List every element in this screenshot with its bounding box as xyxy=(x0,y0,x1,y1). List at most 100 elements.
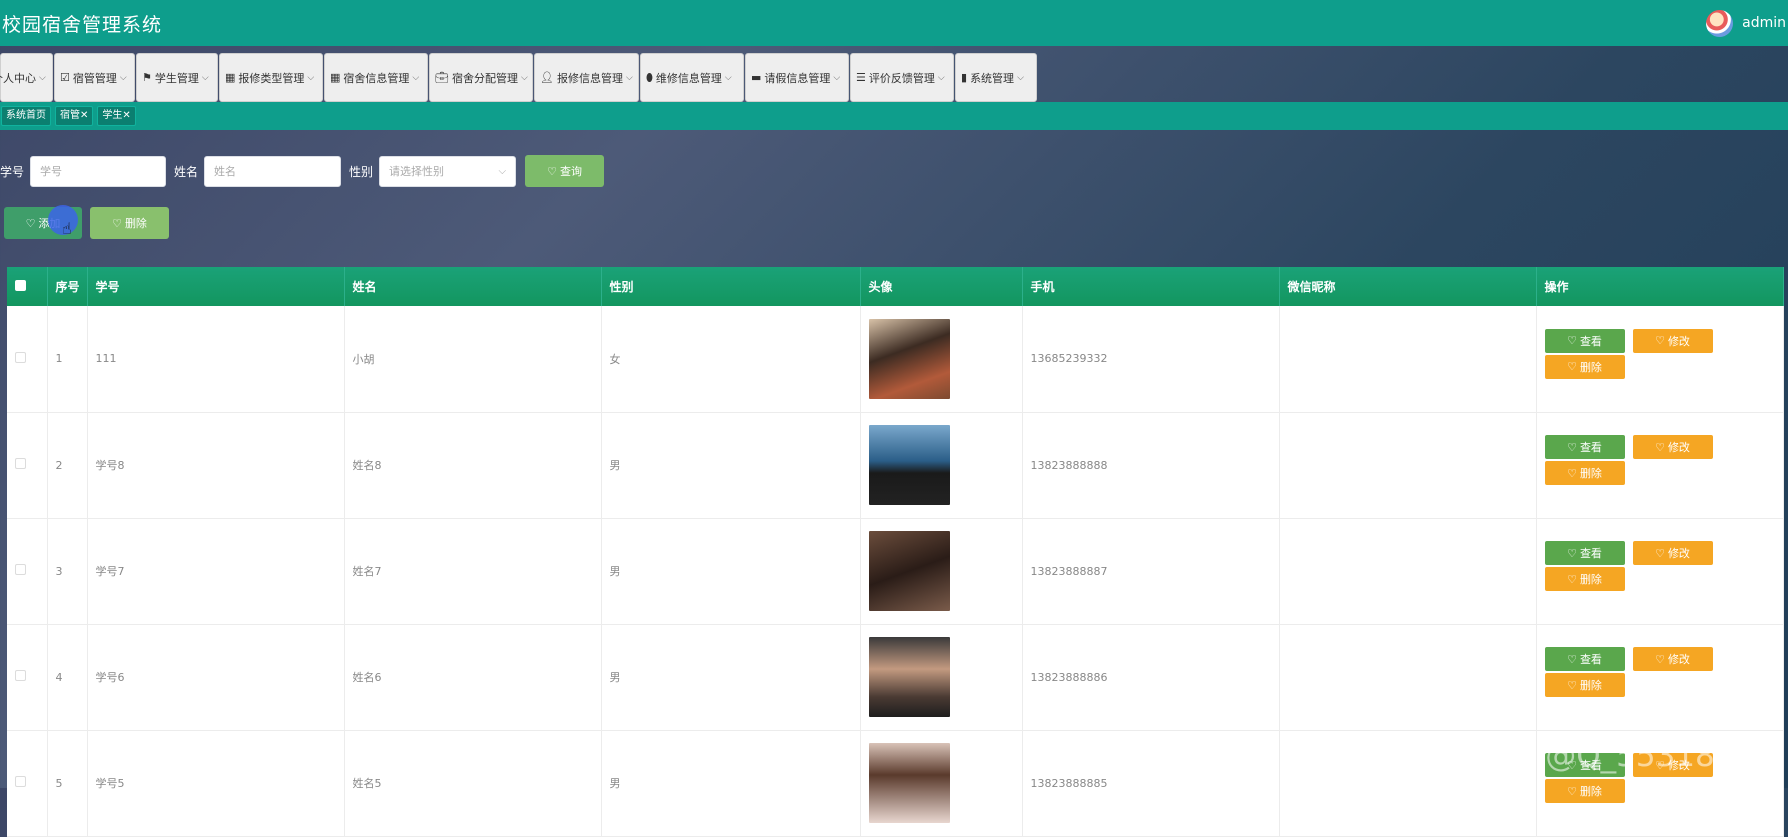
heart-icon: ♡ xyxy=(1567,572,1577,586)
nav-item-dorm-assign[interactable]: 💼︎ 宿舍分配管理 ⌵ xyxy=(429,53,533,102)
table-row: 1 111 小胡 女 13685239332 ♡ 查看 ♡ 修改 ♡ 删除 xyxy=(7,306,1784,413)
column-header: 序号 xyxy=(47,267,88,306)
nav-item-repair-info[interactable]: 👤︎ 报修信息管理 ⌵ xyxy=(534,53,639,102)
heart-icon: ♡ xyxy=(1655,334,1665,348)
name-input[interactable]: 姓名 xyxy=(204,155,342,187)
avatar-photo[interactable] xyxy=(868,531,950,611)
delete-button[interactable]: ♡ 删除 xyxy=(1544,779,1625,803)
edit-label: 修改 xyxy=(1667,334,1690,348)
heart-icon: ♡ xyxy=(1567,466,1577,480)
view-label: 查看 xyxy=(1579,547,1602,560)
checkbox-cell xyxy=(7,624,48,731)
heart-icon: ♡ xyxy=(1567,546,1577,560)
index-cell: 5 xyxy=(47,730,88,837)
action-bar: ♡ 添加 ♡ 删除 xyxy=(4,207,169,239)
column-header: 微信昵称 xyxy=(1279,267,1537,306)
row-checkbox[interactable] xyxy=(15,458,26,469)
delete-button[interactable]: ♡ 删除 xyxy=(1544,461,1625,485)
column-header: 姓名 xyxy=(344,267,602,306)
student-id-cell: 学号7 xyxy=(87,518,345,625)
index-cell: 4 xyxy=(47,624,88,731)
index-cell: 3 xyxy=(47,518,88,625)
gender-cell: 男 xyxy=(601,518,861,625)
row-checkbox[interactable] xyxy=(15,670,26,681)
user-icon: 👤︎ xyxy=(540,71,554,84)
student-id-input[interactable]: 学号 xyxy=(30,155,167,187)
app-title: 校园宿舍管理系统 xyxy=(2,13,163,36)
select-all-cell xyxy=(7,267,48,306)
comment-icon: ▬ xyxy=(751,71,762,84)
avatar-photo[interactable] xyxy=(868,425,950,505)
view-button[interactable]: ♡ 查看 xyxy=(1544,435,1625,459)
heart-icon: ♡ xyxy=(1655,440,1665,454)
select-all-checkbox[interactable] xyxy=(15,279,26,291)
tab-home[interactable]: 系统首页 xyxy=(1,106,51,126)
row-checkbox[interactable] xyxy=(15,776,26,787)
table-header-row: 序号 学号 姓名 性别 头像 手机 微信昵称 操作 xyxy=(7,267,1784,306)
nav-label: 维修信息管理 xyxy=(655,71,722,85)
nav-item-maintenance-info[interactable]: ⬮ 维修信息管理 ⌵ xyxy=(640,53,744,102)
avatar-cell xyxy=(860,306,1023,413)
gender-cell: 女 xyxy=(601,306,861,413)
edit-button[interactable]: ♡ 修改 xyxy=(1632,541,1713,565)
nav-item-system[interactable]: ▮ 系统管理 ⌵ xyxy=(955,53,1037,102)
heart-icon: ♡ xyxy=(1655,652,1665,666)
chevron-down-icon: ⌵ xyxy=(520,72,528,83)
view-label: 查看 xyxy=(1579,653,1602,666)
row-checkbox[interactable] xyxy=(15,564,26,575)
edit-button[interactable]: ♡ 修改 xyxy=(1632,328,1713,353)
heart-icon: ♡ xyxy=(1655,546,1665,560)
gender-cell: 男 xyxy=(601,730,861,837)
student-id-label: 学号 xyxy=(0,164,25,179)
checkbox-cell xyxy=(7,412,48,519)
nav-item-feedback[interactable]: ☰ 评价反馈管理 ⌵ xyxy=(850,53,954,102)
gender-select-placeholder: 请选择性别 xyxy=(389,164,445,178)
view-button[interactable]: ♡ 查看 xyxy=(1544,328,1625,353)
gender-select[interactable]: 请选择性别 ⌵ xyxy=(379,155,517,187)
delete-button[interactable]: ♡ 删除 xyxy=(1544,673,1625,697)
heart-icon: ♡ xyxy=(1567,652,1577,666)
nav-label: 学生管理 xyxy=(154,71,199,85)
nav-item-dorm-info[interactable]: ▦ 宿舍信息管理 ⌵ xyxy=(324,53,428,102)
nav-label: 报修信息管理 xyxy=(556,71,623,85)
username[interactable]: admin xyxy=(1742,15,1786,31)
user-menu[interactable]: admin xyxy=(1706,9,1788,37)
nav-item-personal-center[interactable]: 个人中心 ⌵ xyxy=(0,53,53,102)
nav-item-dorm-admin[interactable]: ☑ 宿管管理 ⌵ xyxy=(54,53,135,102)
delete-button[interactable]: ♡ 删除 xyxy=(1544,567,1625,591)
delete-button[interactable]: ♡ 删除 xyxy=(1544,354,1625,379)
name-cell: 姓名6 xyxy=(344,624,602,731)
tab-student[interactable]: 学生✕ xyxy=(97,106,136,126)
wechat-cell xyxy=(1279,412,1537,519)
row-checkbox[interactable] xyxy=(15,351,26,363)
tab-dorm-admin[interactable]: 宿管✕ xyxy=(55,106,94,126)
nav-label: 宿管管理 xyxy=(72,71,117,85)
checkbox-icon: ☑ xyxy=(60,71,70,84)
edit-label: 修改 xyxy=(1667,441,1690,454)
avatar-photo[interactable] xyxy=(868,637,950,717)
nav-label: 评价反馈管理 xyxy=(868,71,935,85)
avatar-photo[interactable] xyxy=(868,743,950,823)
view-button[interactable]: ♡ 查看 xyxy=(1544,541,1625,565)
nav-item-repair-type[interactable]: ▦ 报修类型管理 ⌵ xyxy=(219,53,323,102)
view-button[interactable]: ♡ 查看 xyxy=(1544,647,1625,671)
nav-item-student[interactable]: ⚑ 学生管理 ⌵ xyxy=(136,53,218,102)
checkbox-cell xyxy=(7,730,48,837)
nav-item-leave-info[interactable]: ▬ 请假信息管理 ⌵ xyxy=(745,53,849,102)
phone-cell: 13823888888 xyxy=(1022,412,1280,519)
hand-cursor-icon: ☝ xyxy=(62,219,72,238)
phone-cell: 13823888886 xyxy=(1022,624,1280,731)
phone-cell: 13823888885 xyxy=(1022,730,1280,837)
tab-strip: 系统首页 宿管✕ 学生✕ xyxy=(0,102,1788,130)
avatar[interactable] xyxy=(1706,9,1734,37)
grid-icon: ▦ xyxy=(330,71,341,84)
bulk-delete-button[interactable]: ♡ 删除 xyxy=(90,207,169,239)
avatar-photo[interactable] xyxy=(868,318,950,399)
view-label: 查看 xyxy=(1579,441,1602,454)
table-row: 3 学号7 姓名7 男 13823888887 ♡ 查看 ♡ 修改 ♡ 删除 xyxy=(7,518,1784,625)
watermark: CSDN @Q_55318293 xyxy=(1447,738,1774,774)
edit-button[interactable]: ♡ 修改 xyxy=(1632,435,1713,459)
edit-button[interactable]: ♡ 修改 xyxy=(1632,647,1713,671)
query-button[interactable]: ♡ 查询 xyxy=(525,155,605,187)
bar-chart-icon: ▮ xyxy=(961,71,968,84)
